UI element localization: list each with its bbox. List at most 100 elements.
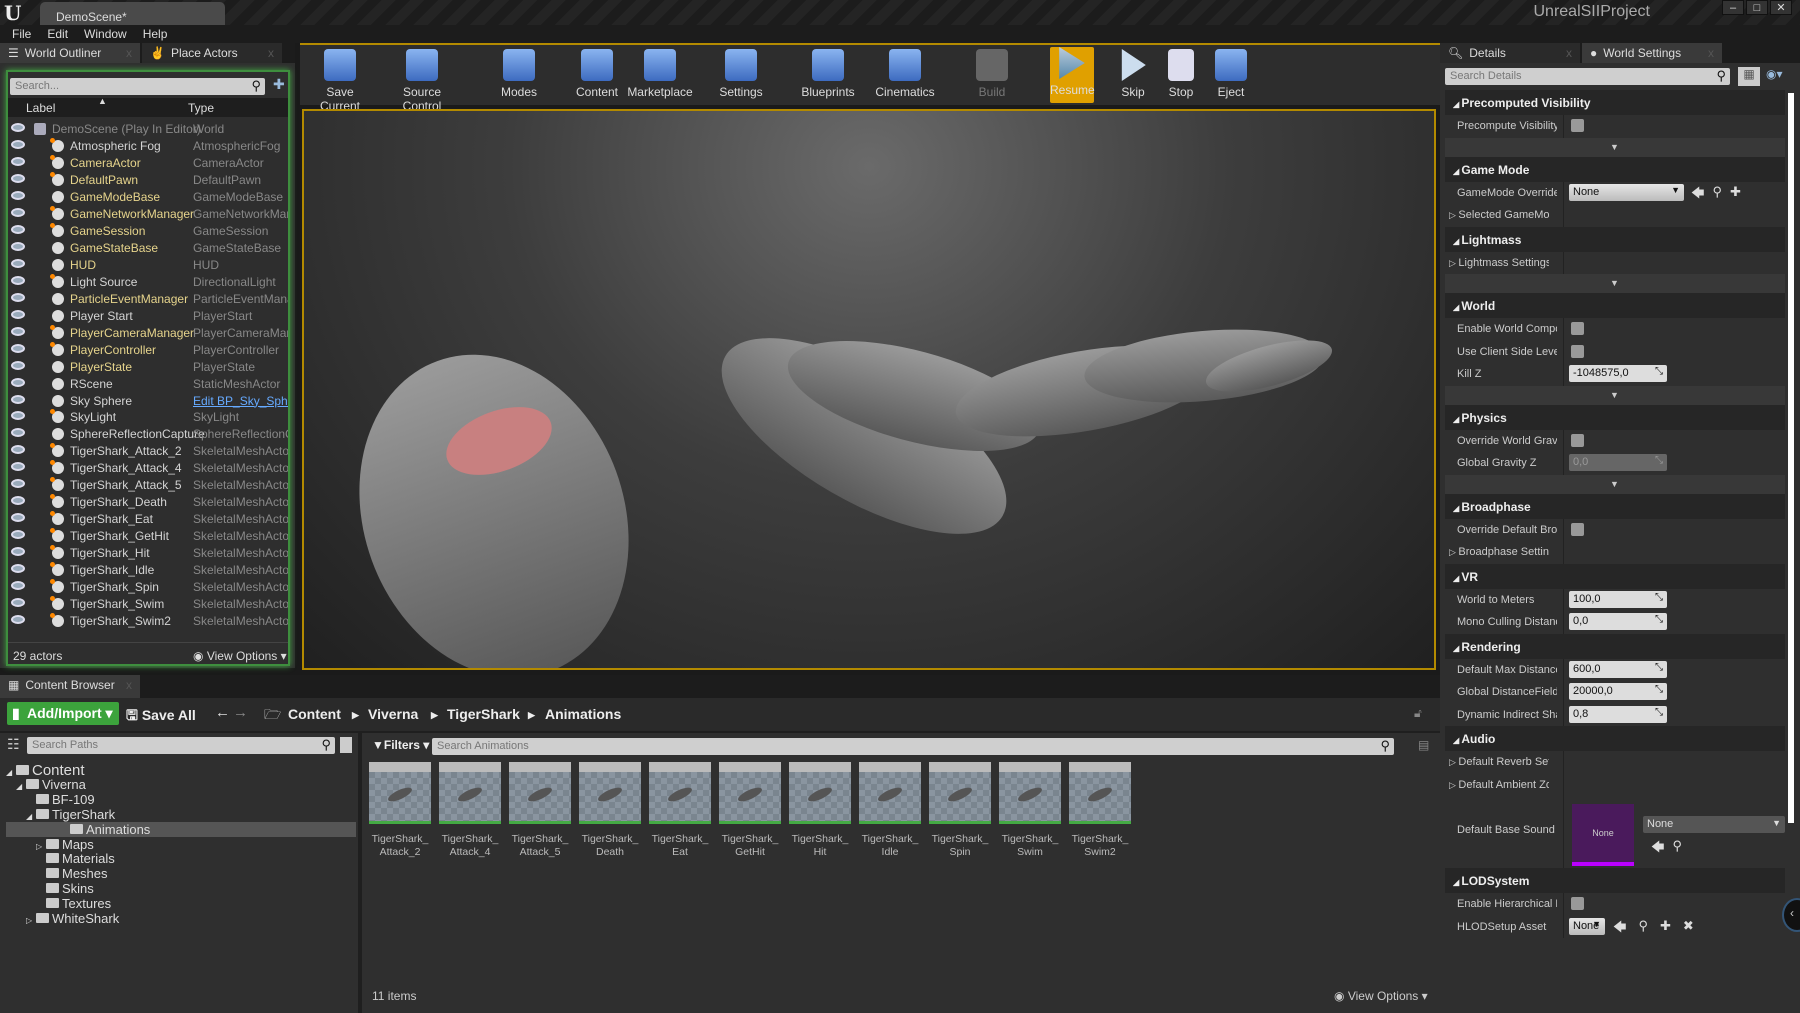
eye-view-options-icon[interactable]: ◉▾ (1766, 67, 1783, 81)
toolbar-content-button[interactable]: Content (562, 49, 632, 99)
outliner-row[interactable]: DemoScene (Play In Editor) World (8, 121, 288, 138)
column-divider[interactable] (1563, 452, 1564, 475)
expand-arrow-icon[interactable]: ▼ (1610, 142, 1619, 152)
outliner-row[interactable]: TigerShark_Attack_2 SkeletalMeshActor (8, 443, 288, 460)
column-divider[interactable] (1563, 541, 1564, 564)
visibility-eye-icon[interactable] (11, 173, 25, 183)
outliner-row[interactable]: RScene StaticMeshActor (8, 376, 288, 393)
expand-arrow-icon[interactable]: ▼ (1610, 278, 1619, 288)
menu-window[interactable]: Window (78, 25, 133, 43)
column-divider[interactable] (1563, 518, 1564, 541)
column-divider[interactable] (1563, 915, 1564, 938)
category-header[interactable]: ◢ Broadphase (1445, 493, 1785, 519)
column-label[interactable]: Label (26, 101, 55, 115)
visibility-eye-icon[interactable] (11, 326, 25, 336)
outliner-row[interactable]: ParticleEventManager ParticleEventManager (8, 291, 288, 308)
column-divider[interactable] (1563, 893, 1564, 916)
save-all-button[interactable]: 🖫 Save All (126, 705, 196, 729)
toolbar-cinematics-button[interactable]: Cinematics (870, 49, 940, 99)
add-plus-icon[interactable]: ✚ (1730, 184, 1741, 206)
tab-content-browser[interactable]: ▦ Content Browser x (0, 675, 140, 698)
column-divider[interactable] (1563, 658, 1564, 681)
drag-spin-icon[interactable]: ⤡ (1655, 614, 1663, 625)
hlod-asset-dropdown[interactable]: None ▼ (1569, 917, 1605, 935)
document-tab[interactable]: DemoScene* (40, 2, 225, 25)
column-divider[interactable] (1563, 588, 1564, 611)
advanced-expander[interactable]: ▼ (1445, 474, 1785, 494)
column-divider[interactable] (1563, 703, 1564, 726)
drag-spin-icon[interactable]: ⤡ (1655, 684, 1663, 695)
toolbar-blueprints-button[interactable]: Blueprints (793, 49, 863, 99)
category-header[interactable]: ◢ Precomputed Visibility (1445, 90, 1785, 115)
outliner-row[interactable]: GameModeBase GameModeBase (8, 189, 288, 206)
asset-tile[interactable]: TigerShark_ Swim (999, 762, 1061, 859)
browse-search-icon[interactable]: ⚲ (1672, 838, 1682, 860)
visibility-eye-icon[interactable] (11, 513, 25, 523)
asset-tile[interactable]: TigerShark_ Hit (789, 762, 851, 859)
visibility-eye-icon[interactable] (11, 123, 25, 132)
folder-tree-item[interactable]: Meshes (36, 866, 108, 881)
asset-tile[interactable]: TigerShark_ Death (579, 762, 641, 859)
property-row[interactable]: ▷ Broadphase Settings (1445, 541, 1785, 564)
use-selected-arrow-icon[interactable]: 🡄 (1613, 918, 1626, 940)
breadcrumb-animations[interactable]: Animations (545, 706, 621, 722)
minimize-icon[interactable]: – (1722, 0, 1744, 15)
numeric-input[interactable]: 600,0 ⤡ (1569, 660, 1667, 678)
browse-search-icon[interactable]: ⚲ (1638, 918, 1648, 940)
asset-tile[interactable]: TigerShark_ Attack_4 (439, 762, 501, 859)
outliner-row[interactable]: SkyLight SkyLight (8, 409, 288, 426)
advanced-expander[interactable]: ▼ (1445, 385, 1785, 405)
view-options-button[interactable]: ◉ View Options ▾ (193, 649, 287, 663)
outliner-search-input[interactable]: Search... ⚲ (10, 78, 265, 95)
expand-triangle-icon[interactable]: ▷ (1449, 258, 1458, 268)
visibility-eye-icon[interactable] (11, 377, 25, 387)
property-checkbox[interactable] (1571, 522, 1584, 536)
visibility-eye-icon[interactable] (11, 479, 25, 489)
sound-mix-dropdown[interactable]: None ▼ (1643, 816, 1785, 833)
column-divider[interactable] (1563, 363, 1564, 386)
column-divider[interactable] (1563, 751, 1564, 774)
menu-file[interactable]: File (6, 25, 37, 43)
toolbar-settings-button[interactable]: Settings (706, 49, 776, 99)
property-row[interactable]: ▷ Lightmass Settings (1445, 251, 1785, 274)
category-header[interactable]: ◢ Audio (1445, 726, 1785, 751)
drag-spin-icon[interactable]: ⤡ (1655, 592, 1663, 603)
outliner-row[interactable]: TigerShark_Swim2 SkeletalMeshActor (8, 613, 288, 630)
column-divider[interactable] (1563, 429, 1564, 452)
add-folder-icon[interactable]: ✚ (273, 76, 285, 93)
property-row[interactable]: ▷ Selected GameMode (1445, 204, 1785, 227)
close-tab-icon[interactable]: x (268, 46, 274, 63)
outliner-row[interactable]: Atmospheric Fog AtmosphericFog (8, 137, 288, 155)
property-row[interactable]: ▷ Default Reverb Settings (1445, 751, 1785, 774)
column-divider[interactable] (1563, 773, 1564, 796)
close-tab-icon[interactable]: x (1708, 46, 1714, 63)
breadcrumb-separator-icon[interactable]: ▶ (352, 710, 359, 721)
visibility-eye-icon[interactable] (11, 394, 25, 404)
category-header[interactable]: ◢ Rendering (1445, 633, 1785, 659)
use-selected-arrow-icon[interactable]: 🡄 (1651, 838, 1664, 860)
collapsed-triangle-icon[interactable]: ▷ (36, 842, 46, 851)
column-divider[interactable] (1563, 796, 1564, 868)
advanced-expander[interactable]: ▼ (1445, 137, 1785, 157)
close-tab-icon[interactable]: x (126, 678, 132, 698)
folder-tree-item[interactable]: ◢ Content (6, 762, 85, 779)
numeric-input[interactable]: 0,8 ⤡ (1569, 705, 1667, 723)
history-icon[interactable]: ▤ (1418, 738, 1429, 752)
outliner-row[interactable]: SphereReflectionCaptureSphereReflectionC… (8, 426, 288, 443)
property-checkbox[interactable] (1571, 433, 1584, 447)
toolbar-source-control-button[interactable]: Source Control (387, 49, 457, 113)
visibility-eye-icon[interactable] (11, 139, 25, 149)
folder-tree-item[interactable]: Textures (36, 896, 111, 911)
visibility-eye-icon[interactable] (11, 598, 25, 608)
asset-search-input[interactable]: Search Animations ⚲ (432, 738, 1394, 755)
add-import-button[interactable]: ▮ Add/Import ▾ (7, 702, 119, 725)
back-arrow-icon[interactable]: ← (215, 704, 230, 721)
property-checkbox[interactable] (1571, 119, 1584, 132)
column-divider[interactable] (1563, 681, 1564, 704)
asset-tile[interactable]: TigerShark_ Attack_2 (369, 762, 431, 859)
collapsed-triangle-icon[interactable]: ▷ (26, 916, 36, 925)
drag-spin-icon[interactable]: ⤡ (1655, 366, 1663, 377)
visibility-eye-icon[interactable] (11, 547, 25, 557)
menu-edit[interactable]: Edit (41, 25, 74, 43)
outliner-row[interactable]: TigerShark_Attack_5 SkeletalMeshActor (8, 477, 288, 494)
